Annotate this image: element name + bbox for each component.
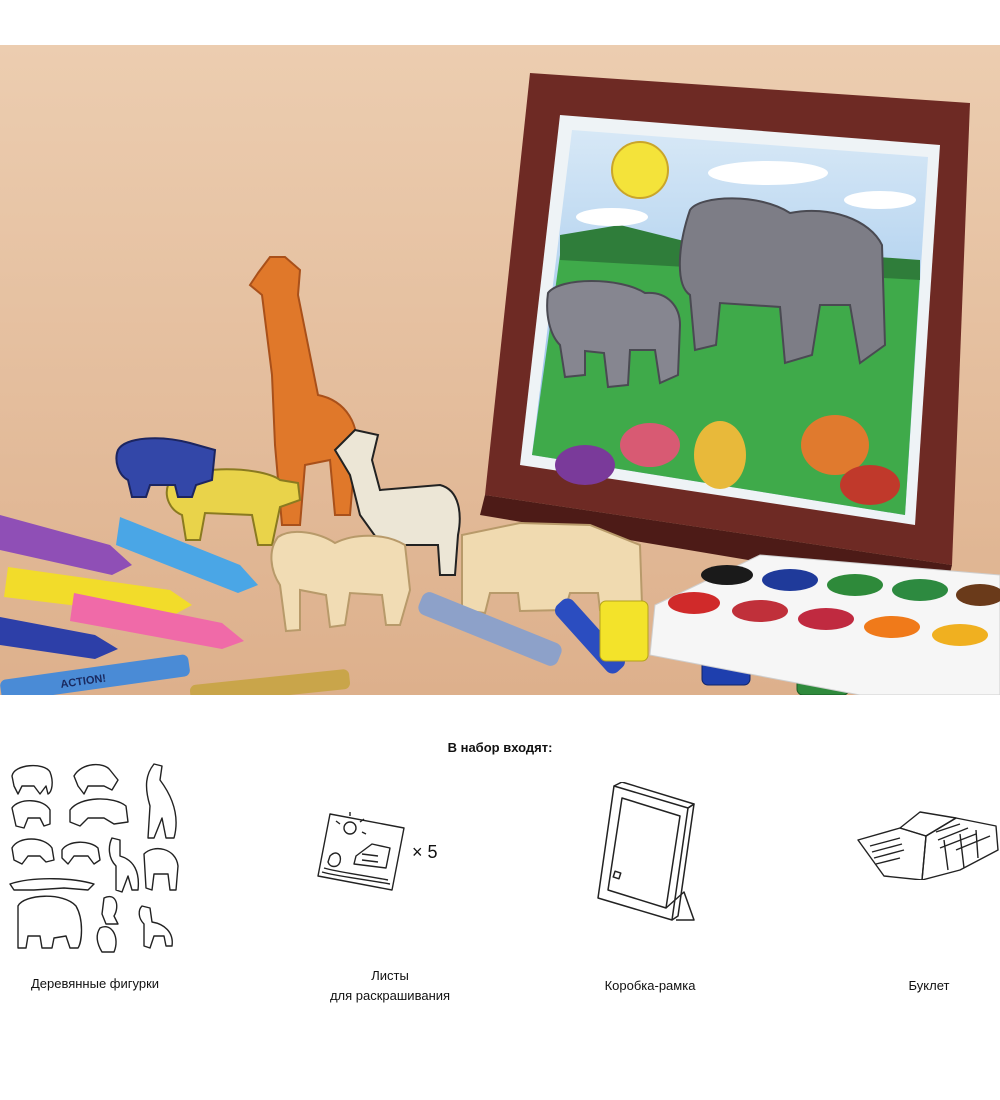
rhino-figure xyxy=(461,521,644,615)
wooden-figures-caption: Деревянные фигурки xyxy=(30,976,160,991)
kit-contents-title: В набор входят: xyxy=(447,740,553,755)
booklet-caption: Буклет xyxy=(908,978,950,993)
coloring-sheet-icon xyxy=(317,812,405,891)
wooden-figures-icon xyxy=(9,763,179,953)
product-photo: ACTION! xyxy=(0,45,1000,695)
sun-painting xyxy=(611,141,669,199)
yellow-paint-jar xyxy=(599,600,649,662)
booklet-icon xyxy=(857,811,999,880)
coloring-sheets-caption-line1: Листы xyxy=(371,968,409,983)
camel-figure xyxy=(270,530,412,633)
box-frame-icon xyxy=(597,782,695,921)
small-elephant-figure xyxy=(546,280,682,389)
painted-frame xyxy=(480,73,970,593)
sheets-quantity: × 5 xyxy=(412,842,438,862)
box-frame-caption: Коробка-рамка xyxy=(604,978,696,993)
coloring-sheets-caption-line2: для раскрашивания xyxy=(329,988,451,1003)
coloring-sheets-caption: Листы для раскрашивания xyxy=(295,966,485,1006)
